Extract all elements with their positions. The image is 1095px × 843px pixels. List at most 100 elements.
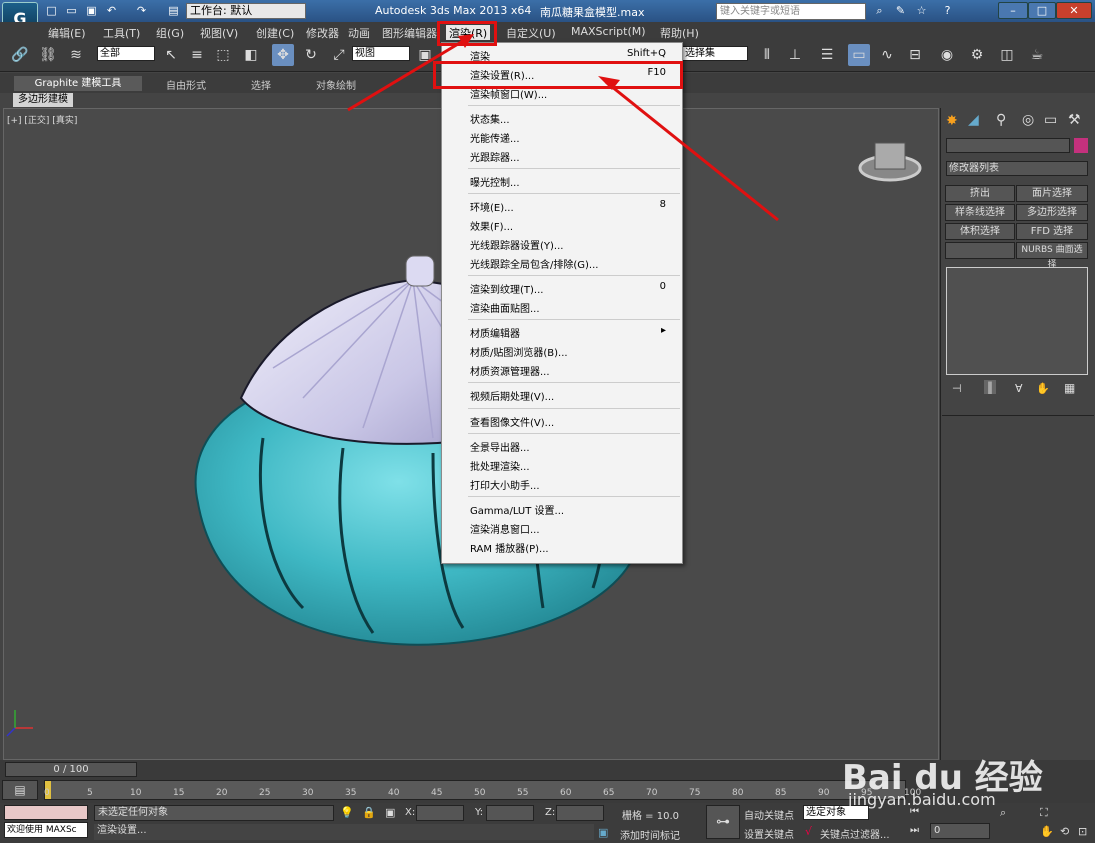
key-mode-icon[interactable]: ⊶ bbox=[706, 805, 740, 839]
time-tag-icon[interactable]: ▣ bbox=[598, 826, 608, 839]
menu-graph-editors[interactable]: 图形编辑器 bbox=[382, 25, 437, 41]
x-coord-field[interactable] bbox=[416, 805, 464, 821]
object-color-swatch[interactable] bbox=[1074, 138, 1088, 153]
vol-select-button[interactable]: 体积选择 bbox=[945, 223, 1015, 240]
help-icon[interactable]: ? bbox=[940, 4, 955, 17]
maximize-button[interactable]: □ bbox=[1028, 2, 1056, 19]
selection-filter-dropdown[interactable]: 全部 bbox=[97, 46, 155, 61]
align-icon[interactable]: ⊥ bbox=[784, 44, 806, 66]
mini-curve-editor-icon[interactable]: ▤ bbox=[2, 780, 38, 800]
isolate-icon[interactable]: 💡 bbox=[340, 806, 354, 819]
set-key-button[interactable]: 设置关键点 bbox=[744, 826, 794, 841]
render-menu-item[interactable]: 材质/贴图浏览器(B)... bbox=[442, 344, 682, 361]
ffd-select-button[interactable]: FFD 选择 bbox=[1016, 223, 1088, 240]
rendered-frame-window-icon[interactable]: ◫ bbox=[996, 44, 1018, 66]
display-tab-icon[interactable]: ▭ bbox=[1044, 112, 1057, 128]
render-menu-item[interactable]: 渲染消息窗口... bbox=[442, 521, 682, 538]
star-icon[interactable]: ☆ bbox=[914, 4, 929, 17]
modify-tab-icon[interactable]: ◢ bbox=[968, 112, 979, 128]
render-menu-item[interactable]: 查看图像文件(V)... bbox=[442, 414, 682, 431]
key-filters-icon[interactable]: √ bbox=[805, 825, 812, 838]
object-name-field[interactable] bbox=[946, 138, 1070, 153]
poly-select-button[interactable]: 多边形选择 bbox=[1016, 204, 1088, 221]
render-menu-item[interactable]: 视频后期处理(V)... bbox=[442, 388, 682, 405]
render-menu-item[interactable]: 全景导出器... bbox=[442, 439, 682, 456]
render-setup-icon[interactable]: ⚙ bbox=[966, 44, 988, 66]
current-frame-field[interactable]: 0 bbox=[930, 823, 990, 839]
render-menu-item[interactable]: 批处理渲染... bbox=[442, 458, 682, 475]
render-menu-item[interactable]: 材质资源管理器... bbox=[442, 363, 682, 380]
bind-space-warp-icon[interactable]: ≋ bbox=[65, 44, 87, 66]
window-crossing-icon[interactable]: ◧ bbox=[240, 44, 262, 66]
remove-modifier-icon[interactable]: ✋ bbox=[1036, 382, 1050, 395]
menu-create[interactable]: 创建(C) bbox=[256, 25, 294, 41]
utilities-tab-icon[interactable]: ⚒ bbox=[1068, 112, 1081, 128]
motion-tab-icon[interactable]: ◎ bbox=[1022, 112, 1034, 128]
project-folder-icon[interactable]: ▤ bbox=[166, 4, 181, 17]
pin-stack-icon[interactable]: ⊣ bbox=[952, 382, 962, 395]
redo-icon[interactable]: ↷ bbox=[134, 4, 149, 17]
tab-graphite-modeling[interactable]: Graphite 建模工具 bbox=[14, 76, 142, 91]
reference-coord-dropdown[interactable]: 视图 bbox=[352, 46, 410, 61]
menu-tools[interactable]: 工具(T) bbox=[103, 25, 140, 41]
render-menu-item[interactable]: RAM 播放器(P)... bbox=[442, 540, 682, 557]
add-time-tag[interactable]: 添加时间标记 bbox=[620, 827, 680, 842]
unlink-icon[interactable]: ⛓ bbox=[37, 44, 59, 66]
selection-lock-icon[interactable]: 🔒 bbox=[362, 806, 376, 819]
new-file-icon[interactable]: □ bbox=[44, 4, 59, 17]
render-menu-item[interactable]: Gamma/LUT 设置... bbox=[442, 502, 682, 519]
y-coord-field[interactable] bbox=[486, 805, 534, 821]
tab-freeform[interactable]: 自由形式 bbox=[166, 77, 206, 92]
maxscript-input[interactable]: 欢迎使用 MAXSc bbox=[4, 822, 88, 838]
auto-key-button[interactable]: 自动关键点 bbox=[744, 807, 794, 822]
open-file-icon[interactable]: ▭ bbox=[64, 4, 79, 17]
graphite-toggle-icon[interactable]: ▭ bbox=[848, 44, 870, 66]
key-mode-toggle-icon[interactable]: ⏭ bbox=[910, 825, 919, 836]
search-input[interactable]: 键入关键字或短语 bbox=[716, 3, 866, 20]
z-coord-field[interactable] bbox=[556, 805, 604, 821]
render-menu-item[interactable]: 状态集... bbox=[442, 111, 682, 128]
render-menu-item[interactable]: 材质编辑器 ▸ bbox=[442, 325, 682, 342]
mirror-icon[interactable]: ⫴ bbox=[756, 44, 778, 66]
make-unique-icon[interactable]: ∀ bbox=[1015, 382, 1023, 395]
render-menu-item[interactable]: 效果(F)... bbox=[442, 218, 682, 235]
time-slider[interactable]: 0 / 100 bbox=[5, 762, 137, 777]
create-tab-icon[interactable]: ✸ bbox=[946, 113, 958, 129]
tab-polygon-modeling[interactable]: 多边形建模 bbox=[13, 93, 73, 107]
layer-manager-icon[interactable]: ☰ bbox=[816, 44, 838, 66]
render-menu-item[interactable]: 光线跟踪全局包含/排除(G)... bbox=[442, 256, 682, 273]
zoom-icon[interactable]: ⌕ bbox=[1000, 806, 1006, 820]
render-menu-item[interactable]: 环境(E)... 8 bbox=[442, 199, 682, 216]
material-editor-icon[interactable]: ◉ bbox=[936, 44, 958, 66]
render-menu-item[interactable]: 光线跟踪器设置(Y)... bbox=[442, 237, 682, 254]
render-menu-item[interactable]: 曝光控制... bbox=[442, 174, 682, 191]
render-menu-item[interactable]: 打印大小助手... bbox=[442, 477, 682, 494]
maximize-viewport-icon[interactable]: ⊡ bbox=[1078, 825, 1087, 838]
save-icon[interactable]: ▣ bbox=[84, 4, 99, 17]
key-filters-button[interactable]: 关键点过滤器... bbox=[820, 826, 890, 841]
render-production-icon[interactable]: ☕ bbox=[1026, 44, 1048, 66]
modifier-list-dropdown[interactable]: 修改器列表 bbox=[946, 161, 1088, 176]
undo-icon[interactable]: ↶ bbox=[104, 4, 119, 17]
empty-modifier-button[interactable] bbox=[945, 242, 1015, 259]
zoom-extents-icon[interactable]: ⛶ bbox=[1040, 806, 1048, 820]
named-selection-dropdown[interactable]: 选择集 bbox=[682, 46, 748, 61]
rotate-icon[interactable]: ↻ bbox=[300, 44, 322, 66]
menu-group[interactable]: 组(G) bbox=[156, 25, 184, 41]
absolute-mode-icon[interactable]: ▣ bbox=[385, 806, 395, 819]
modifier-stack[interactable] bbox=[946, 267, 1088, 375]
render-menu-item[interactable]: 光能传递... bbox=[442, 130, 682, 147]
schematic-view-icon[interactable]: ⊟ bbox=[904, 44, 926, 66]
spline-select-button[interactable]: 样条线选择 bbox=[945, 204, 1015, 221]
menu-customize[interactable]: 自定义(U) bbox=[506, 25, 556, 41]
move-icon[interactable]: ✥ bbox=[272, 44, 294, 66]
orbit-icon[interactable]: ⟲ bbox=[1060, 825, 1069, 838]
tab-object-paint[interactable]: 对象绘制 bbox=[316, 77, 356, 92]
patch-select-button[interactable]: 面片选择 bbox=[1016, 185, 1088, 202]
select-object-icon[interactable]: ↖ bbox=[160, 44, 182, 66]
minimize-button[interactable]: – bbox=[998, 2, 1028, 19]
maxscript-listener-mini[interactable] bbox=[4, 805, 88, 820]
render-menu-item[interactable]: 渲染到纹理(T)... 0 bbox=[442, 281, 682, 298]
pan-icon[interactable]: ✋ bbox=[1040, 825, 1054, 838]
render-menu-item[interactable]: 光跟踪器... bbox=[442, 149, 682, 166]
